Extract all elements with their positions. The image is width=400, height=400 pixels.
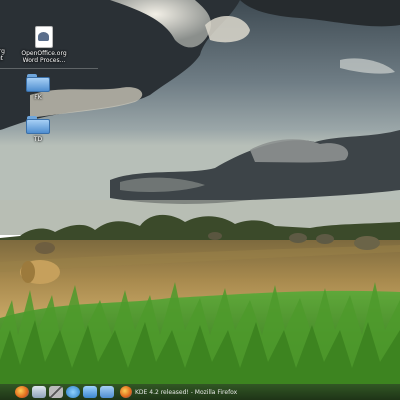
- folder-icon[interactable]: [100, 386, 114, 398]
- desktop-icon-label: OpenOffice.org: [21, 50, 67, 57]
- taskbar: KDE 4.2 released! - Mozilla Firefox: [0, 384, 400, 400]
- folder-icon: [26, 116, 50, 134]
- openoffice-writer-icon: [34, 26, 54, 48]
- desktop-icon-label: org: [0, 48, 5, 55]
- firefox-icon: [120, 386, 132, 398]
- taskbar-window-title: KDE 4.2 released! - Mozilla Firefox: [135, 388, 238, 396]
- desktop-icon-label: et: [0, 55, 4, 62]
- desktop-folder-fk[interactable]: FK: [8, 74, 68, 101]
- firefox-icon[interactable]: [15, 386, 29, 398]
- desktop-icon-label: Word Proces...: [22, 57, 66, 64]
- desktop-icon-label: TD: [33, 136, 43, 143]
- openoffice-writer-launcher[interactable]: OpenOffice.org Word Proces...: [14, 26, 74, 64]
- system-settings-icon[interactable]: [32, 386, 46, 398]
- folder-icon: [26, 74, 50, 92]
- desktop-icon[interactable]: [83, 386, 97, 398]
- desktop-folder-td[interactable]: TD: [8, 116, 68, 143]
- desktop-icon-label: FK: [34, 94, 42, 101]
- network-icon[interactable]: [66, 386, 80, 398]
- tools-icon[interactable]: [49, 386, 63, 398]
- taskbar-window-firefox[interactable]: KDE 4.2 released! - Mozilla Firefox: [120, 386, 237, 398]
